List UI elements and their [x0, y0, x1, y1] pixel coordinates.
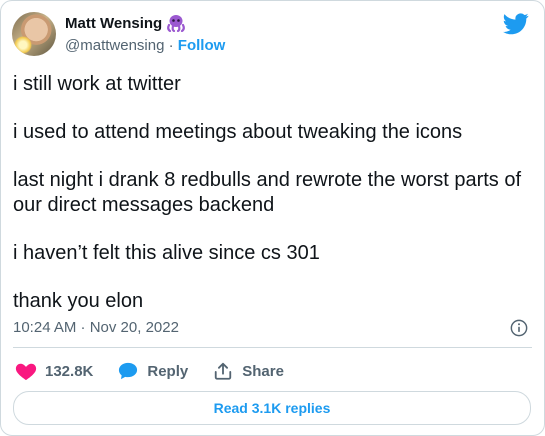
separator-dot: ·: [168, 37, 174, 54]
divider: [13, 347, 532, 348]
author-handle[interactable]: @mattwensing: [65, 37, 164, 54]
heart-icon: [15, 363, 37, 381]
tweet-paragraph: i haven’t felt this alive since cs 301: [13, 242, 320, 264]
avatar[interactable]: [12, 12, 56, 56]
like-count: 132.8K: [45, 362, 94, 380]
tweet-paragraph: i still work at twitter: [13, 73, 181, 95]
tweet-actions: 132.8K Reply Share: [15, 361, 308, 381]
tweet-paragraph: last night i drank 8 redbulls and rewrot…: [13, 169, 527, 216]
tweet-paragraph: i used to attend meetings about tweaking…: [13, 121, 463, 143]
tweet-timestamp[interactable]: 10:24 AM · Nov 20, 2022: [13, 319, 179, 336]
reply-bubble-icon: [119, 362, 138, 380]
tweet-paragraph: thank you elon: [13, 290, 144, 312]
author-handle-row: @mattwensing · Follow: [65, 37, 225, 54]
reply-label: Reply: [147, 362, 189, 380]
author-name-row: Matt Wensing: [65, 14, 186, 32]
octopus-emoji-icon: [167, 15, 186, 32]
share-icon: [215, 362, 232, 380]
tweet-text: i still work at twitter i used to attend…: [13, 72, 533, 337]
tweet-card: Matt Wensing @mattwensing · Follow i sti…: [0, 0, 545, 436]
reply-button[interactable]: Reply: [117, 361, 188, 381]
share-button[interactable]: Share: [212, 361, 284, 381]
author-name[interactable]: Matt Wensing: [65, 15, 162, 32]
share-label: Share: [242, 362, 284, 380]
info-icon[interactable]: [510, 319, 528, 337]
like-button[interactable]: 132.8K: [15, 361, 93, 381]
twitter-bird-icon[interactable]: [503, 13, 529, 35]
follow-link[interactable]: Follow: [178, 37, 226, 54]
read-replies-button[interactable]: Read 3.1K replies: [13, 391, 531, 425]
